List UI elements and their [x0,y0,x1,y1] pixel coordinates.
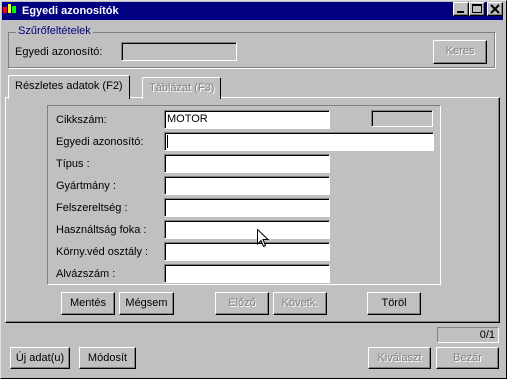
search-button[interactable]: Keres [433,40,487,64]
kornyved-field[interactable] [164,242,330,261]
mouse-pointer-icon [257,229,269,248]
select-button[interactable]: Kiválaszt [368,347,431,369]
cikkszam-field[interactable]: MOTOR [164,110,330,129]
form-label-felszereltseg: Felszereltség : [56,202,128,214]
form-label-alvazszam: Alvázszám : [56,268,116,280]
window-title: Egyedi azonosítók [22,5,119,17]
tipus-field[interactable] [164,154,330,173]
form-label-gyartmany: Gyártmány : [56,180,116,192]
record-counter: 0/1 [437,327,499,343]
app-icon [3,4,16,13]
prev-button[interactable]: Előző [215,292,269,315]
form-label-kornyved: Körny.véd osztály : [56,246,149,258]
gyartmany-field[interactable] [164,176,330,195]
minimize-button[interactable] [453,2,469,16]
minimize-icon [457,11,464,13]
egyedi-azonosito-field[interactable] [164,132,434,151]
form-label-tipus: Típus : [56,158,90,170]
save-button[interactable]: Mentés [61,292,115,315]
close-button[interactable] [487,2,503,16]
form-label-egyedi-azonosito: Egyedi azonosító: [56,136,144,148]
cancel-button[interactable]: Mégsem [119,292,174,315]
text-cursor [167,134,168,148]
close-icon [490,4,500,14]
next-button[interactable]: Követk. [273,292,327,315]
code-display-box [371,110,433,127]
felszereltseg-field[interactable] [164,198,330,217]
form-label-hasznaltsag: Használtság foka : [56,224,147,236]
tab-details[interactable]: Részletes adatok (F2) [8,75,130,99]
delete-button[interactable]: Töröl [367,292,421,315]
filter-id-label: Egyedi azonosító: [15,46,103,58]
new-item-button[interactable]: Új adat(u) [10,347,70,369]
tab-table[interactable]: Táblázat (F3) [142,77,222,99]
filter-id-field[interactable] [121,42,237,61]
maximize-button[interactable] [469,2,485,16]
hasznaltsag-field[interactable] [164,220,330,239]
alvazszam-field[interactable] [164,264,330,283]
maximize-icon [472,4,482,13]
form-label-cikkszam: Cikkszám: [56,114,107,126]
close-window-button[interactable]: Bezár [436,347,499,369]
filter-group-title: Szűrőfeltételek [16,25,93,37]
modify-button[interactable]: Módosít [79,347,136,369]
title-bar[interactable]: Egyedi azonosítók [2,2,503,20]
